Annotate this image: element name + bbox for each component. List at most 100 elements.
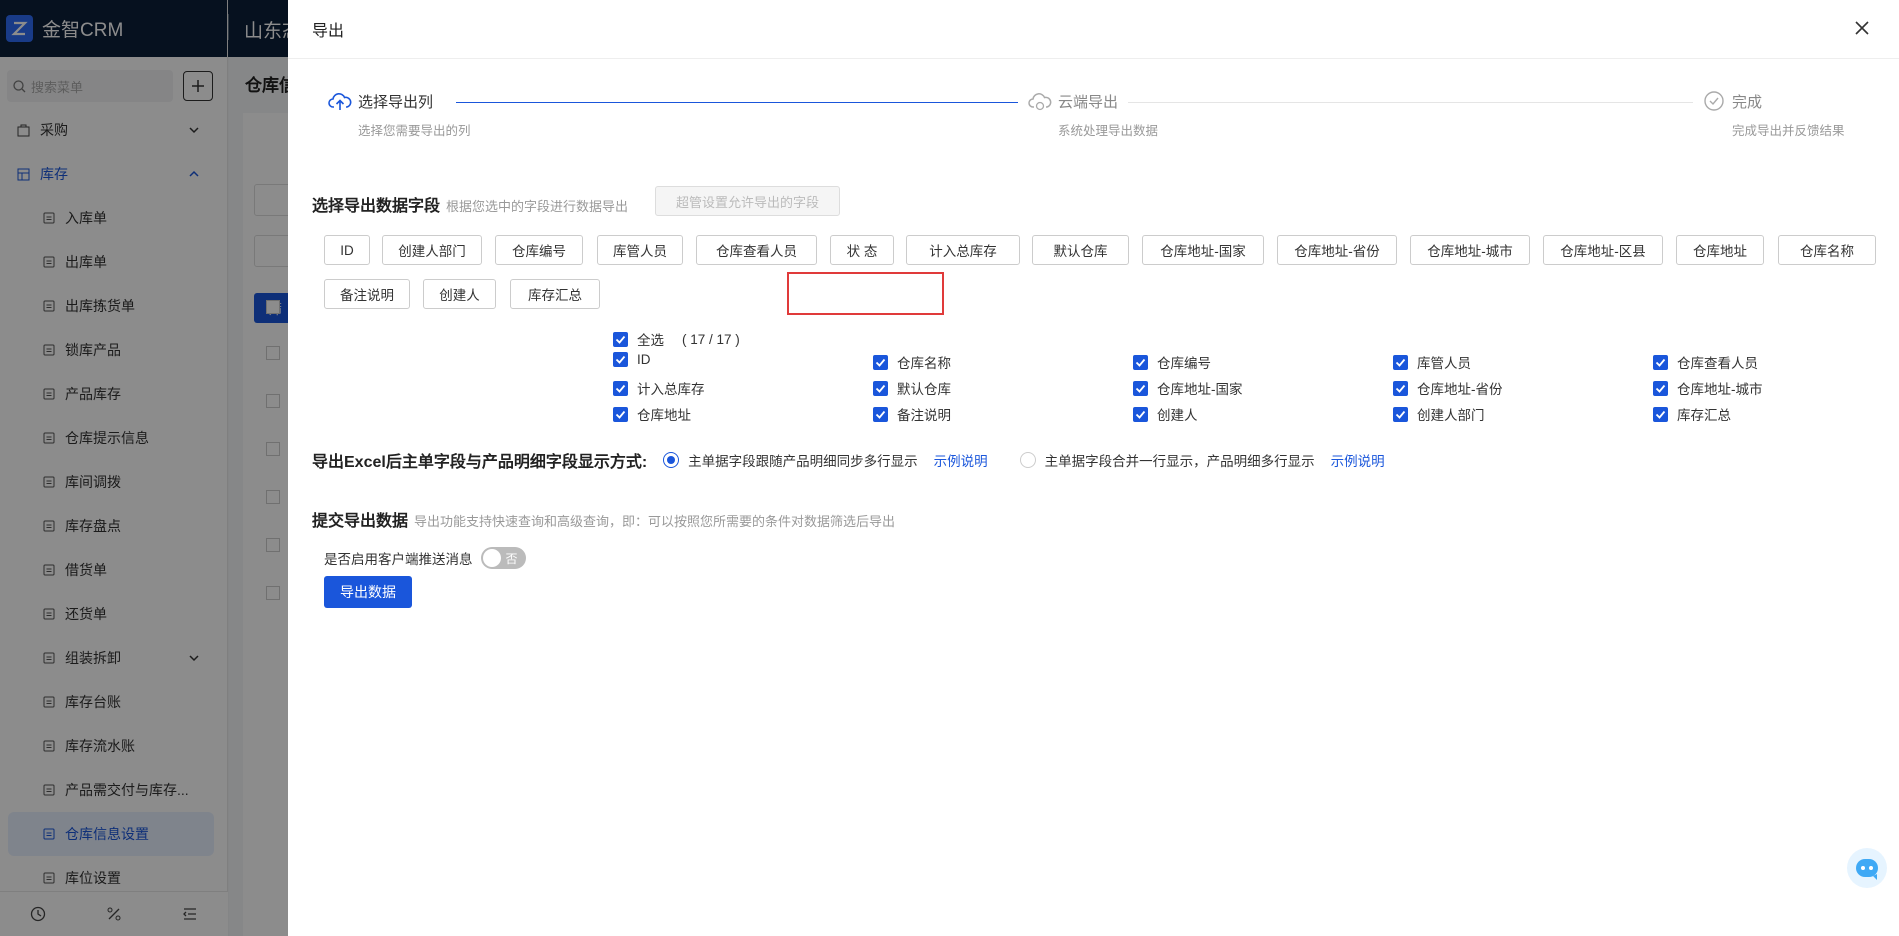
chat-assistant-button[interactable]: [1847, 848, 1887, 888]
field-tag[interactable]: 仓库地址-省份: [1277, 235, 1397, 265]
checkbox-checked-icon[interactable]: [873, 406, 888, 422]
checkbox-checked-icon[interactable]: [613, 331, 628, 347]
field-tag[interactable]: 备注说明: [324, 279, 410, 309]
step-connector: [1128, 102, 1693, 103]
select-all[interactable]: 全选 ( 17 / 17 ): [613, 329, 740, 349]
field-tag[interactable]: 库存汇总: [510, 279, 600, 309]
drawer-title: 导出: [312, 23, 345, 40]
field-section-hint: 根据您选中的字段进行数据导出: [446, 199, 629, 214]
field-tag[interactable]: 仓库编号: [495, 235, 583, 265]
field-checkbox[interactable]: 仓库地址-国家: [1133, 378, 1243, 398]
export-drawer: 导出 选择导出列 选择您需要导出的列 云端导出 系统处理导出数据 完成 完成导出…: [288, 0, 1899, 936]
submit-section-title: 提交导出数据 导出功能支持快速查询和高级查询，即：可以按照您所需要的条件对数据筛选…: [312, 507, 895, 531]
field-tag[interactable]: 默认仓库: [1032, 235, 1129, 265]
field-checkbox[interactable]: 仓库地址-城市: [1653, 378, 1763, 398]
field-tag[interactable]: 创建人部门: [382, 235, 482, 265]
field-checkbox[interactable]: 仓库编号: [1133, 352, 1211, 372]
checkbox-checked-icon[interactable]: [1653, 406, 1668, 422]
checkbox-checked-icon[interactable]: [1133, 354, 1148, 370]
excel-display-mode: 导出Excel后主单字段与产品明细字段显示方式: 主单据字段跟随产品明细同步多行…: [312, 448, 1417, 472]
field-checkbox-label: 创建人: [1157, 408, 1198, 423]
close-button[interactable]: [1851, 17, 1873, 39]
step-title: 云端导出: [1058, 93, 1119, 111]
push-label: 是否启用客户端推送消息: [324, 552, 473, 567]
checkbox-checked-icon[interactable]: [1133, 380, 1148, 396]
field-checkbox[interactable]: 仓库名称: [873, 352, 951, 372]
step-desc: 完成导出并反馈结果: [1732, 124, 1845, 138]
field-section-title-text: 选择导出数据字段: [312, 198, 441, 215]
field-tag[interactable]: 仓库地址: [1676, 235, 1764, 265]
checkbox-checked-icon[interactable]: [873, 380, 888, 396]
check-circle-icon: [1704, 91, 1724, 111]
close-icon: [1855, 21, 1869, 35]
checkbox-checked-icon[interactable]: [613, 352, 628, 367]
radio-merge-line[interactable]: [1019, 452, 1036, 468]
field-tag[interactable]: 状 态: [830, 235, 894, 265]
field-checkbox-label: 仓库地址-城市: [1677, 382, 1763, 397]
field-checkbox-label: 仓库编号: [1157, 356, 1211, 371]
field-checkbox[interactable]: 仓库地址-省份: [1393, 378, 1503, 398]
field-checkbox-label: 仓库名称: [897, 356, 951, 371]
field-checkbox-label: 仓库地址: [637, 408, 691, 423]
field-checkbox-label: 计入总库存: [637, 382, 705, 397]
field-tag[interactable]: 仓库地址-城市: [1410, 235, 1530, 265]
select-all-label: 全选: [637, 333, 664, 348]
field-checkbox[interactable]: 仓库查看人员: [1653, 352, 1758, 372]
push-toggle[interactable]: 否: [480, 547, 526, 569]
step-title: 选择导出列: [358, 93, 434, 111]
checkbox-checked-icon[interactable]: [613, 380, 628, 396]
step-select-columns: 选择导出列 选择您需要导出的列: [328, 90, 471, 139]
excel-mode-label: 导出Excel后主单字段与产品明细字段显示方式:: [312, 454, 648, 471]
field-checkbox[interactable]: 备注说明: [873, 404, 951, 424]
example-link[interactable]: 示例说明: [934, 450, 988, 470]
example-link[interactable]: 示例说明: [1331, 450, 1385, 470]
checkbox-checked-icon[interactable]: [1393, 406, 1408, 422]
checkbox-checked-icon[interactable]: [613, 406, 628, 422]
field-checkbox[interactable]: 默认仓库: [873, 378, 951, 398]
step-title: 完成: [1732, 93, 1763, 111]
cloud-sync-icon: [1028, 93, 1052, 111]
export-data-button[interactable]: 导出数据: [324, 576, 412, 608]
field-checkbox-label: 默认仓库: [897, 382, 951, 397]
field-checkbox[interactable]: 库管人员: [1393, 352, 1471, 372]
select-all-count: ( 17 / 17 ): [682, 331, 740, 347]
step-desc: 系统处理导出数据: [1058, 124, 1159, 138]
field-tag[interactable]: 仓库名称: [1778, 235, 1876, 265]
checkbox-checked-icon[interactable]: [1393, 354, 1408, 370]
field-tag[interactable]: 仓库查看人员: [696, 235, 817, 265]
admin-export-settings-button[interactable]: 超管设置允许导出的字段: [655, 186, 840, 216]
field-checkbox[interactable]: 计入总库存: [613, 378, 705, 398]
checkbox-checked-icon[interactable]: [1133, 406, 1148, 422]
field-checkbox[interactable]: ID: [613, 352, 651, 367]
highlight-annotation: [787, 272, 944, 315]
radio-multi-line[interactable]: [663, 452, 680, 468]
checkbox-checked-icon[interactable]: [1653, 380, 1668, 396]
submit-title-text: 提交导出数据: [312, 513, 409, 530]
field-tag[interactable]: 计入总库存: [906, 235, 1020, 265]
field-checkbox[interactable]: 创建人: [1133, 404, 1198, 424]
field-checkbox-label: 库管人员: [1417, 356, 1471, 371]
option-multi-line-label: 主单据字段跟随产品明细同步多行显示: [688, 454, 918, 469]
chat-bot-icon: [1856, 859, 1878, 880]
field-tag[interactable]: 仓库地址-国家: [1142, 235, 1264, 265]
field-checkbox[interactable]: 库存汇总: [1653, 404, 1731, 424]
field-tag[interactable]: 库管人员: [597, 235, 683, 265]
checkbox-checked-icon[interactable]: [1393, 380, 1408, 396]
field-checkbox-label: 库存汇总: [1677, 408, 1731, 423]
field-checkbox[interactable]: 仓库地址: [613, 404, 691, 424]
checkbox-checked-icon[interactable]: [1653, 354, 1668, 370]
field-tag[interactable]: 创建人: [423, 279, 496, 309]
field-tag[interactable]: ID: [324, 235, 370, 265]
field-checkbox-label: 仓库地址-省份: [1417, 382, 1503, 397]
step-cloud-export: 云端导出 系统处理导出数据: [1028, 90, 1158, 139]
cloud-upload-icon: [328, 93, 352, 110]
field-checkbox-label: 备注说明: [897, 408, 951, 423]
field-checkbox-label: 创建人部门: [1417, 408, 1485, 423]
field-tag[interactable]: 仓库地址-区县: [1543, 235, 1663, 265]
field-checkbox-label: 仓库地址-国家: [1157, 382, 1243, 397]
checkbox-checked-icon[interactable]: [873, 354, 888, 370]
push-notification-row: 是否启用客户端推送消息 否: [324, 547, 526, 569]
field-checkbox[interactable]: 创建人部门: [1393, 404, 1485, 424]
step-complete: 完成 完成导出并反馈结果: [1702, 90, 1845, 139]
field-checkbox-label: ID: [637, 352, 651, 367]
